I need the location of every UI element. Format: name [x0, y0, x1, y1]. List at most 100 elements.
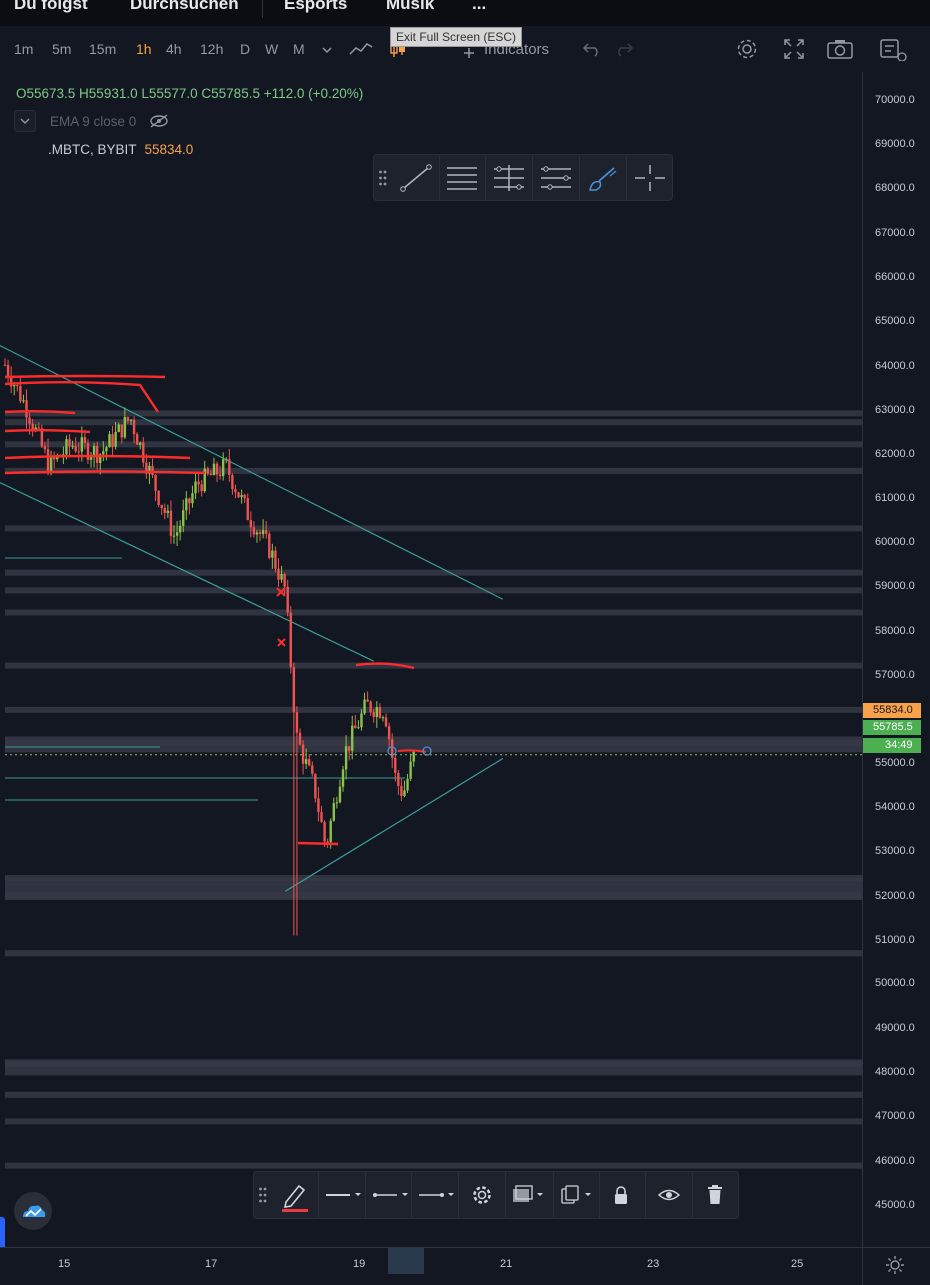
candle-body [311, 765, 314, 774]
plus-icon[interactable] [462, 46, 476, 60]
time-label: 23 [647, 1258, 660, 1270]
camera-icon[interactable] [826, 37, 854, 61]
candle-body [372, 712, 375, 718]
candle-body [65, 439, 68, 455]
drawing-stroke[interactable] [4, 429, 91, 434]
collapse-legend-button[interactable] [14, 110, 36, 132]
toolbar-divider [318, 1172, 319, 1218]
pencil-icon[interactable] [280, 1180, 310, 1212]
candle-body [6, 364, 10, 377]
candle-body [237, 492, 240, 498]
fullscreen-icon[interactable] [782, 37, 806, 61]
fib-icon[interactable] [491, 162, 527, 194]
price-label: 53000.0 [875, 845, 915, 857]
eye-off-icon[interactable] [148, 113, 170, 129]
redo-icon[interactable] [614, 40, 634, 58]
settings-icon[interactable] [735, 37, 759, 61]
settings-icon[interactable] [471, 1184, 493, 1206]
trash-icon[interactable] [706, 1184, 724, 1206]
candle-body [378, 707, 382, 718]
price-zone-wide [5, 878, 862, 900]
candle-body [117, 424, 120, 432]
ema-indicator-label[interactable]: EMA 9 close 0 [50, 114, 136, 129]
candle-body [354, 725, 357, 729]
tradingview-logo[interactable] [14, 1192, 52, 1230]
candle-body [68, 439, 71, 447]
candle-body [286, 586, 289, 613]
timeframe-m[interactable]: M [293, 41, 305, 57]
lock-icon[interactable] [612, 1184, 630, 1206]
price-label: 66000.0 [875, 271, 915, 283]
candle-body [194, 481, 197, 494]
candle-body [3, 364, 7, 366]
chart-pane[interactable] [0, 72, 862, 1247]
last-price-badge: 55785.5 [863, 720, 921, 735]
timeframe-d[interactable]: D [240, 41, 250, 57]
candle-body [13, 385, 16, 387]
drag-handle-icon[interactable] [378, 169, 388, 187]
candle-body [366, 699, 369, 702]
candle-body [160, 504, 163, 509]
candle-body [71, 445, 74, 447]
timeframe-12h[interactable]: 12h [200, 41, 223, 57]
line-chart-icon[interactable] [348, 40, 374, 58]
drawing-stroke[interactable] [4, 374, 166, 379]
brush-icon[interactable] [586, 162, 622, 194]
candle-body [252, 527, 256, 535]
candle-body [178, 525, 182, 533]
price-label: 50000.0 [875, 977, 915, 989]
template-icon[interactable] [511, 1185, 547, 1205]
nav-item-browse[interactable]: Durchsuchen [130, 0, 239, 14]
candle-body [344, 746, 348, 770]
x-mark[interactable] [277, 638, 286, 647]
nav-item-music[interactable]: Musik [386, 0, 434, 14]
line-end-icon[interactable] [417, 1186, 457, 1204]
candle-body [139, 442, 142, 445]
symbol-name[interactable]: .MBTC, BYBIT [48, 142, 137, 157]
candle-body [406, 778, 409, 791]
candle-body [338, 786, 342, 803]
eye-icon[interactable] [657, 1186, 681, 1204]
nav-more-button[interactable]: ... [472, 0, 486, 14]
timeframe-15m[interactable]: 15m [89, 41, 116, 57]
timeframe-w[interactable]: W [265, 41, 278, 57]
timeframe-4h[interactable]: 4h [166, 41, 182, 57]
price-label: 65000.0 [875, 315, 915, 327]
candle-body [185, 498, 188, 511]
price-zone [5, 1118, 862, 1125]
candle-body [108, 434, 111, 448]
horizontal-lines-icon[interactable] [444, 162, 480, 194]
side-panel-tab[interactable] [0, 1217, 5, 1251]
trend-line-icon[interactable] [396, 162, 436, 194]
pitchfork-icon[interactable] [538, 162, 574, 194]
time-axis[interactable]: 15 17 19 21 23 25 [0, 1247, 930, 1285]
line-style-icon[interactable] [324, 1186, 364, 1204]
nav-item-following[interactable]: Du folgst [14, 0, 88, 14]
crosshair-icon[interactable] [632, 162, 668, 194]
top-navigation: Du folgst Durchsuchen Esports Musik ... [0, 0, 930, 26]
candle-body [28, 417, 31, 424]
toolbar-divider [626, 155, 627, 200]
candle-body [114, 431, 117, 447]
timeframe-5m[interactable]: 5m [52, 41, 71, 57]
sun-icon[interactable] [884, 1254, 906, 1276]
candle-body [86, 442, 90, 460]
timeframe-1m[interactable]: 1m [14, 41, 33, 57]
price-axis[interactable]: 70000.0 69000.0 68000.0 67000.0 66000.0 … [862, 72, 930, 1247]
undo-icon[interactable] [582, 40, 602, 58]
bar-countdown-badge: 34:49 [863, 738, 921, 753]
clone-icon[interactable] [559, 1185, 595, 1205]
candle-body [323, 822, 326, 842]
line-width-icon[interactable] [371, 1186, 411, 1204]
nav-item-esports[interactable]: Esports [284, 0, 347, 14]
layout-icon[interactable] [878, 37, 908, 61]
candle-body [221, 459, 225, 477]
drawing-stroke[interactable] [297, 841, 339, 846]
chevron-down-icon[interactable] [320, 44, 334, 56]
candle-body [243, 494, 246, 499]
timeframe-1h[interactable]: 1h [136, 41, 152, 57]
candle-body [209, 473, 213, 476]
drag-handle-icon[interactable] [258, 1186, 268, 1204]
candle-body [329, 820, 332, 842]
candle-body [105, 447, 108, 452]
